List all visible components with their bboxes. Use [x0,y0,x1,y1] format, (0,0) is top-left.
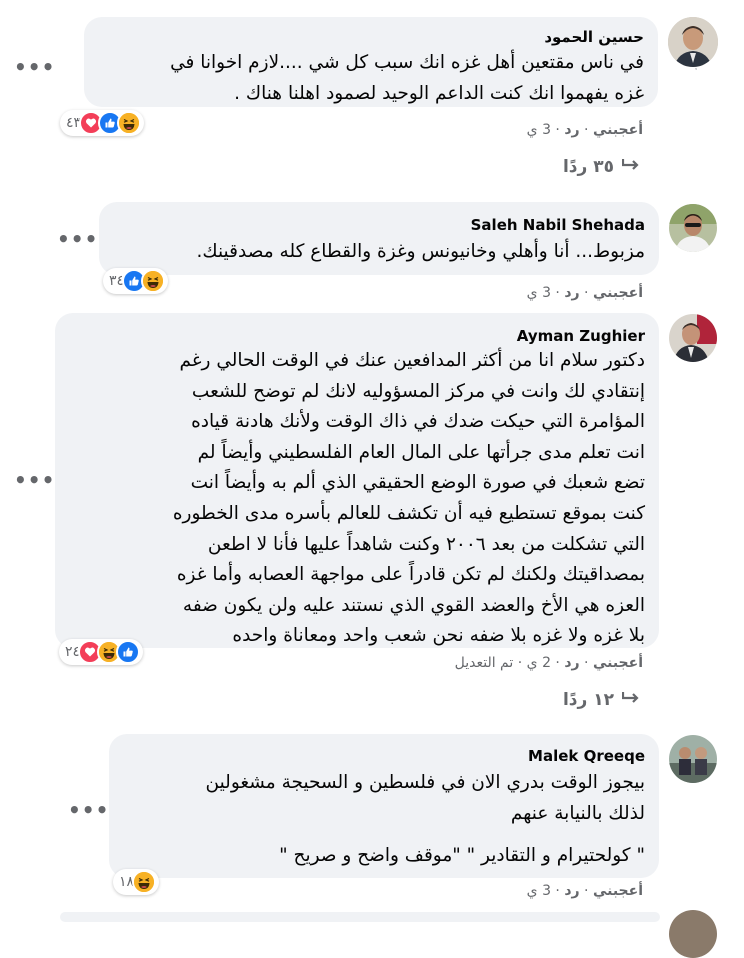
avatar[interactable] [668,17,718,67]
comment-actions: أعجبني · رد · 2 ي · تم التعديل [455,655,643,671]
reactions-summary[interactable]: ٤٣ [60,110,145,136]
comment-actions: أعجبني · رد · 3 ي [527,285,643,301]
separator: · [550,285,560,301]
comment-line: بيجوز الوقت بدري الان في فلسطين و السحيج… [205,772,645,793]
comment-line: بلا غزه ولا غزه بلا ضفه نحن شعب واحد ومع… [232,625,645,647]
like-link[interactable]: أعجبني [593,122,643,138]
replies-count: ٣٥ ردًا [562,157,614,177]
comment-bubble: Ayman Zughier دكتور سلام انا من أكثر الم… [55,313,659,648]
reply-link[interactable]: رد [564,122,579,138]
comment-author[interactable]: Ayman Zughier [517,327,645,345]
reply-link[interactable]: رد [564,285,579,301]
like-link[interactable]: أعجبني [593,883,643,899]
separator: · [550,883,560,899]
comment-bubble: Malek Qreeqe بيجوز الوقت بدري الان في فل… [109,734,659,878]
comment-line: غزه يفهموا انك كنت الداعم الوحيد لصمود ا… [234,82,644,104]
avatar[interactable] [669,314,717,362]
comment-author[interactable]: حسين الحمود [544,28,644,46]
comment-line: بمصداقيتك ولكنك لم تكن قادراً على مواجهة… [176,564,645,586]
view-replies-button[interactable]: ٣٥ ردًا [563,157,640,177]
comment-line: كنت بموقع تستطيع فيه أن تكشف للعالم بأسر… [172,502,645,524]
replies-count: ١٢ ردًا [562,690,614,710]
more-options-icon[interactable]: ••• [14,470,55,490]
comment-author[interactable]: Saleh Nabil Shehada [471,216,645,234]
comment-line: التي تشكلت من بعد ٢٠٠٦ وكنت شاهداً عليها… [207,533,645,555]
comment-line [206,829,645,841]
comment-text: دكتور سلام انا من أكثر المدافعين عنك في … [173,346,645,652]
comment-time[interactable]: 3 ي [527,883,551,899]
separator: · [579,122,589,138]
comment-text: مزبوط... أنا وأهلي وخانيونس وغزة والقطاع… [197,237,646,268]
more-options-icon[interactable]: ••• [14,57,55,77]
comment-time[interactable]: 3 ي [527,285,551,301]
comment-bubble: حسين الحمود في ناس مقتعين أهل غزه انك سب… [84,17,658,107]
comment-line: " كولحتيرام و التقادير " "موقف واضح و صر… [279,845,645,867]
view-replies-button[interactable]: ١٢ ردًا [563,690,640,710]
comment-time[interactable]: 2 ي [527,655,551,671]
edited-label: تم التعديل [454,655,514,671]
comment-actions: أعجبني · رد · 3 ي [527,122,643,138]
separator: · [579,883,589,899]
reply-link[interactable]: رد [564,883,579,899]
comment-line: انت تعلم مدى جرأتها على المال العام الفل… [197,441,645,463]
comment-line: دكتور سلام انا من أكثر المدافعين عنك في … [179,350,645,371]
reply-link[interactable]: رد [564,655,579,671]
comment-line: لذلك بالنيابة عنهم [510,802,645,824]
separator: · [579,655,589,671]
separator: · [550,655,560,671]
comment-text: بيجوز الوقت بدري الان في فلسطين و السحيج… [206,768,645,872]
separator: · [513,655,523,671]
like-icon [116,640,141,664]
avatar[interactable] [669,735,717,783]
like-link[interactable]: أعجبني [593,655,643,671]
comment-line: مزبوط... أنا وأهلي وخانيونس وغزة والقطاع… [196,241,646,262]
haha-icon [117,111,142,135]
comment-line: إنتقادي لك وانت في مركز المسؤوليه لانك ل… [191,380,645,402]
like-link[interactable]: أعجبني [593,285,643,301]
comment-time[interactable]: 3 ي [527,122,551,138]
separator: · [550,122,560,138]
avatar[interactable] [669,910,717,958]
reply-arrow-icon [621,690,640,710]
comment-author[interactable]: Malek Qreeqe [528,747,645,765]
comment-bubble: Saleh Nabil Shehada مزبوط... أنا وأهلي و… [99,202,659,275]
haha-icon [132,870,157,894]
more-options-icon[interactable]: ••• [68,800,109,820]
comment-line: في ناس مقتعين أهل غزه انك سبب كل شي ....… [170,52,644,73]
thread-line [695,68,697,70]
reactions-summary[interactable]: ٣٤ [103,268,169,294]
comment-actions: أعجبني · رد · 3 ي [527,883,643,899]
separator: · [579,285,589,301]
avatar[interactable] [669,204,717,252]
haha-icon [141,269,166,293]
reply-arrow-icon [621,157,640,177]
more-options-icon[interactable]: ••• [57,229,98,249]
comment-text: في ناس مقتعين أهل غزه انك سبب كل شي ....… [170,48,644,109]
comment-line: المؤامرة التي حيكت ضدك في ذاك الوقت ولأن… [191,411,645,433]
reactions-summary[interactable]: ١٨ [113,869,160,895]
comment-line: العزه هي الأخ والعضد القوي الذي نستند عل… [182,594,645,616]
next-comment-bubble [60,912,660,922]
comment-line: تضع شعبك في صورة الوضع الحقيقي الذي ألم … [190,472,645,494]
reactions-summary[interactable]: ٢٤ [59,639,144,665]
